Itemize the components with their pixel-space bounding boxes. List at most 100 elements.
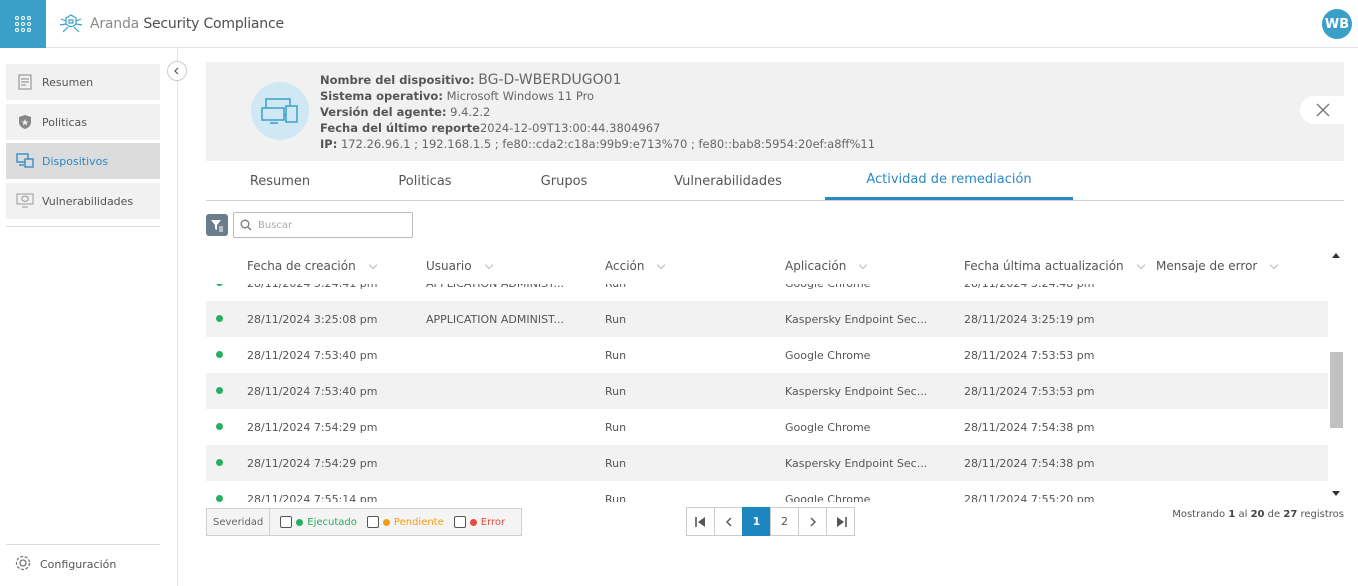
apps-menu-button[interactable] <box>0 0 46 48</box>
checkbox[interactable] <box>366 516 379 528</box>
device-avatar-icon <box>251 82 309 140</box>
cell-action: Run <box>605 456 627 470</box>
close-device-button[interactable] <box>1300 96 1346 124</box>
summary-icon <box>16 73 34 91</box>
table-row[interactable]: 28/11/2024 7:54:29 pm Run Kaspersky Endp… <box>206 445 1328 481</box>
last-page-button[interactable] <box>826 507 855 536</box>
vulnerability-icon <box>16 192 34 210</box>
filter-button[interactable] <box>206 214 228 236</box>
next-page-button[interactable] <box>798 507 827 536</box>
status-dot <box>469 518 477 526</box>
table-row[interactable]: 28/11/2024 3:25:08 pm APPLICATION ADMINI… <box>206 301 1328 337</box>
cell-created: 28/11/2024 7:54:29 pm <box>247 420 378 434</box>
cell-updated: 28/11/2024 3:25:19 pm <box>964 312 1095 326</box>
sidebar: Resumen Politicas Dispositivos Vulnerabi… <box>0 48 187 586</box>
first-page-button[interactable] <box>686 507 715 536</box>
cell-user: APPLICATION ADMINIST... <box>426 284 564 301</box>
sidebar-item-vulnerabilidades[interactable]: Vulnerabilidades <box>6 183 160 219</box>
chevron-down-icon <box>1270 260 1279 269</box>
device-name-line: Nombre del dispositivo: BG-D-WBERDUGO01 <box>320 72 622 88</box>
sidebar-item-label: Vulnerabilidades <box>42 194 134 208</box>
tab-grupos[interactable]: Grupos <box>496 162 632 201</box>
page-1-button[interactable]: 1 <box>742 507 771 536</box>
sidebar-item-politicas[interactable]: Politicas <box>6 104 160 140</box>
status-dot <box>216 495 223 502</box>
status-dot <box>382 518 390 526</box>
tab-politicas[interactable]: Politicas <box>354 162 496 201</box>
chevron-down-icon <box>1136 260 1145 269</box>
cell-user: APPLICATION ADMINIST... <box>426 312 564 326</box>
table-scrollbar[interactable] <box>1329 248 1344 502</box>
device-agent-line: Versión del agente: 9.4.2.2 <box>320 105 491 119</box>
cell-action: Run <box>605 384 627 398</box>
cell-created: 28/11/2024 7:54:29 pm <box>247 456 378 470</box>
cell-action: Run <box>605 348 627 362</box>
tab-actividad-remediacion[interactable]: Actividad de remediación <box>825 162 1073 200</box>
sidebar-item-label: Politicas <box>42 115 87 129</box>
close-icon <box>1316 103 1330 117</box>
table-row[interactable]: 28/11/2024 7:53:40 pm Run Kaspersky Endp… <box>206 373 1328 409</box>
checkbox[interactable] <box>453 516 466 528</box>
cell-updated: 28/11/2024 3:24:48 pm <box>964 284 1095 301</box>
filter-pendiente[interactable]: Pendiente <box>366 516 444 528</box>
col-usuario[interactable]: Usuario <box>426 248 493 284</box>
collapse-sidebar-button[interactable] <box>167 61 187 81</box>
filter-ejecutado[interactable]: Ejecutado <box>280 516 357 528</box>
cell-app: Kaspersky Endpoint Sec... <box>785 384 928 398</box>
col-mensaje-error[interactable]: Mensaje de error <box>1156 248 1279 284</box>
filter-icon <box>211 220 223 232</box>
sidebar-item-label: Resumen <box>42 75 94 89</box>
cell-created: 28/11/2024 7:55:14 pm <box>247 492 378 503</box>
page-2-button[interactable]: 2 <box>770 507 799 536</box>
status-dot <box>216 284 223 286</box>
cell-app: Google Chrome <box>785 420 871 434</box>
device-name: BG-D-WBERDUGO01 <box>478 72 622 88</box>
table-row[interactable]: 28/11/2024 7:54:29 pm Run Google Chrome … <box>206 409 1328 445</box>
scroll-up-icon[interactable] <box>1332 253 1340 258</box>
user-avatar[interactable]: WB <box>1322 9 1352 39</box>
search-field[interactable] <box>233 212 413 238</box>
status-dot <box>216 387 223 394</box>
cell-updated: 28/11/2024 7:54:38 pm <box>964 456 1095 470</box>
brand: Aranda Security Compliance <box>58 13 284 35</box>
device-header: Nombre del dispositivo: BG-D-WBERDUGO01 … <box>206 62 1346 161</box>
sidebar-item-dispositivos[interactable]: Dispositivos <box>6 143 160 179</box>
cell-created: 28/11/2024 3:25:08 pm <box>247 312 378 326</box>
scroll-down-icon[interactable] <box>1332 491 1340 496</box>
sidebar-item-label: Dispositivos <box>42 154 109 168</box>
tab-vulnerabilidades[interactable]: Vulnerabilidades <box>632 162 824 201</box>
pagination: 1 2 <box>686 507 855 536</box>
table-row[interactable]: 28/11/2024 7:53:40 pm Run Google Chrome … <box>206 337 1328 373</box>
col-aplicacion[interactable]: Aplicación <box>785 248 868 284</box>
checkbox[interactable] <box>280 516 293 528</box>
cell-app: Google Chrome <box>785 492 871 503</box>
cell-updated: 28/11/2024 7:55:20 pm <box>964 492 1095 503</box>
tab-resumen[interactable]: Resumen <box>206 162 354 201</box>
search-icon <box>240 219 252 231</box>
col-fecha-creacion[interactable]: Fecha de creación <box>247 248 377 284</box>
table-header: Fecha de creación Usuario Acción Aplicac… <box>206 248 1328 284</box>
cell-updated: 28/11/2024 7:53:53 pm <box>964 348 1095 362</box>
status-dot <box>216 315 223 322</box>
device-os-line: Sistema operativo: Microsoft Windows 11 … <box>320 89 595 103</box>
sidebar-item-resumen[interactable]: Resumen <box>6 64 160 100</box>
severity-legend: Severidad Ejecutado Pendiente Error <box>206 508 522 536</box>
gear-icon <box>14 554 32 575</box>
search-input[interactable] <box>258 219 398 231</box>
security-bot-logo-icon <box>59 14 83 33</box>
col-fecha-actualizacion[interactable]: Fecha última actualización <box>964 248 1145 284</box>
cell-updated: 28/11/2024 7:53:53 pm <box>964 384 1095 398</box>
sidebar-item-configuracion[interactable]: Configuración <box>6 544 160 584</box>
prev-page-button[interactable] <box>714 507 743 536</box>
filter-error[interactable]: Error <box>453 516 505 528</box>
top-bar: Aranda Security Compliance WB <box>0 0 1358 48</box>
chevron-left-icon <box>174 67 179 75</box>
col-accion[interactable]: Acción <box>605 248 666 284</box>
chevron-down-icon <box>859 260 868 269</box>
last-page-icon <box>836 516 847 527</box>
apps-grid-icon <box>15 16 31 32</box>
cell-app: Kaspersky Endpoint Sec... <box>785 312 928 326</box>
scroll-thumb[interactable] <box>1330 352 1343 428</box>
table-row[interactable]: 28/11/2024 3:24:41 pm APPLICATION ADMINI… <box>206 284 1328 301</box>
table-row[interactable]: 28/11/2024 7:55:14 pm Run Google Chrome … <box>206 481 1328 502</box>
